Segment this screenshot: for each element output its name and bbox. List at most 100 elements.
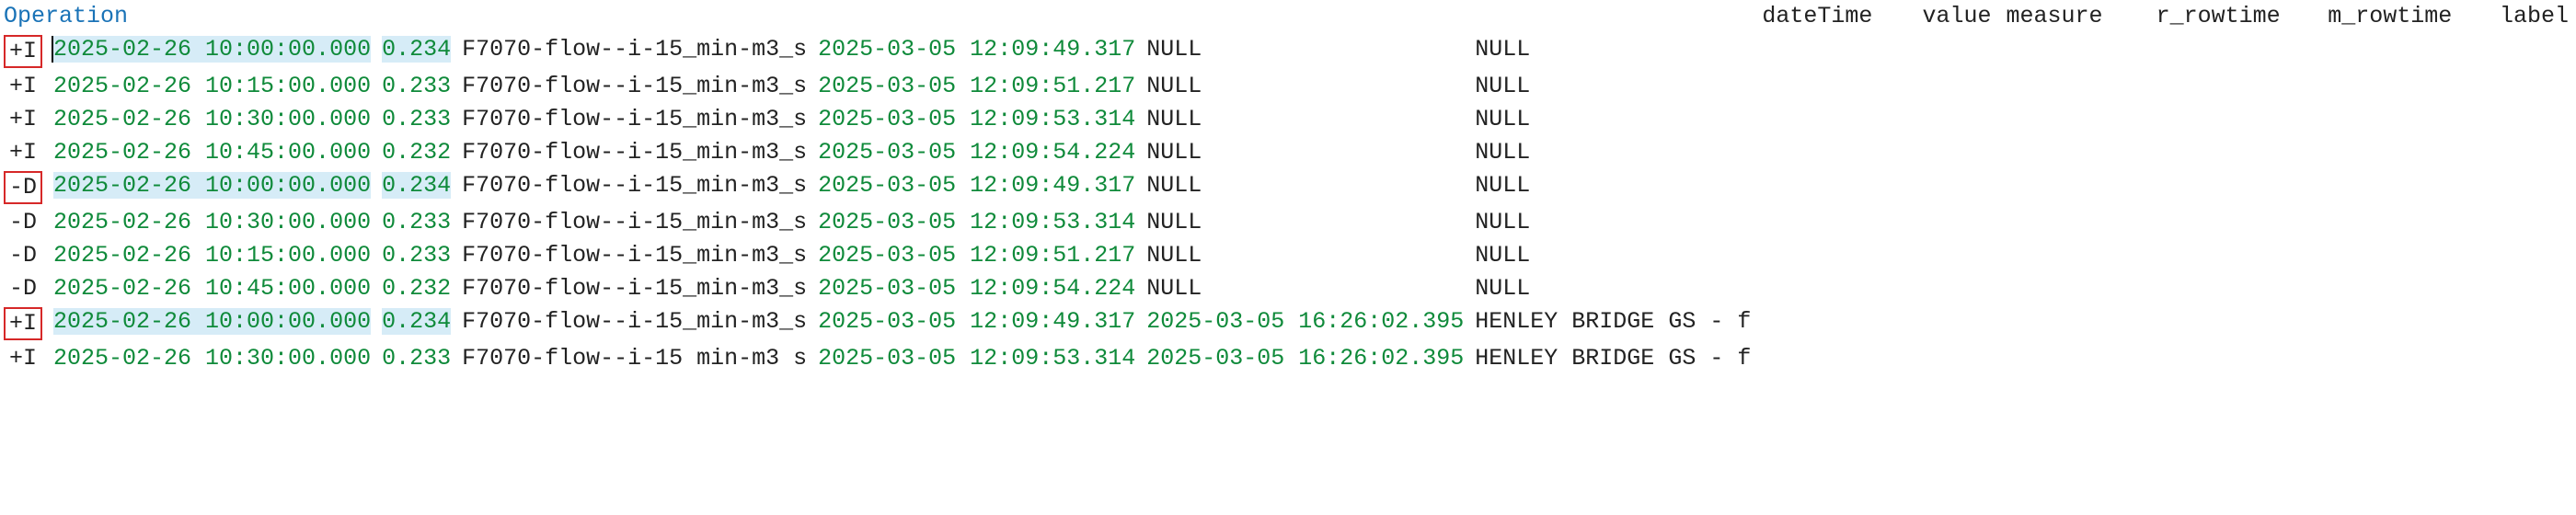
cell-label: NULL [1471,136,1758,169]
numeric-value: 0.232 [382,275,451,302]
cell-m-rowtime: 2025-03-05 16:26:02.395 [1143,305,1471,342]
cell-label: HENLEY BRIDGE GS - f [1471,305,1758,342]
m-rowtime-value: 2025-03-05 16:26:02.395 [1146,308,1464,335]
cell-operation: -D [0,206,50,239]
cell-m-rowtime: NULL [1143,33,1471,70]
table-row[interactable]: -D2025-02-26 10:45:00.000 0.232 F7070-flow… [0,272,1758,305]
cell-m-rowtime: NULL [1143,206,1471,239]
table-row[interactable]: -D 2025-02-26 10:00:00.000 0.234 F7070-flow… [0,169,1758,206]
cell-value: 0.233 [378,70,458,103]
table-row[interactable]: +I 2025-02-26 10:30:00.000 0.233F7070-flow… [0,103,1758,136]
cell-m-rowtime: NULL [1143,103,1471,136]
cell-operation: +I [0,70,50,103]
cell-operation: +I [0,103,50,136]
numeric-value: 0.234 [382,308,451,335]
cell-operation: +I [0,305,50,342]
cell-datetime: 2025-02-26 10:45:00.000 [50,136,378,169]
operation-value: -D [4,208,42,237]
null-value: NULL [1146,139,1202,166]
cell-label: NULL [1471,33,1758,70]
cell-m-rowtime: NULL [1143,169,1471,206]
cell-label: NULL [1471,206,1758,239]
cell-r-rowtime: 2025-03-05 12:09:49.317 [814,305,1143,342]
data-table: Operation dateTime value measure r_rowti… [0,0,2576,375]
cell-label: HENLEY BRIDGE GS - f [1471,342,1758,375]
cell-datetime: 2025-02-26 10:30:00.000 [50,342,378,375]
datetime-value: 2025-02-26 10:45:00.000 [53,275,371,302]
cell-datetime: 2025-02-26 10:15:00.000 [50,70,378,103]
cell-datetime: 2025-02-26 10:30:00.000 [50,206,378,239]
null-value: NULL [1146,36,1202,63]
cell-datetime: 2025-02-26 10:15:00.000 [50,239,378,272]
r-rowtime-value: 2025-03-05 12:09:51.217 [818,73,1135,99]
table-row[interactable]: +I2025-02-26 10:45:00.0000.232F7070-flow… [0,136,1758,169]
col-header-r-rowtime: r_rowtime [2153,0,2325,33]
cell-value: 0.233 [378,103,458,136]
cell-operation: -D [0,169,50,206]
table-row[interactable]: -D 2025-02-26 10:15:00.000 0.233F7070-flow… [0,239,1758,272]
null-value: NULL [1146,242,1202,269]
col-header-datetime: dateTime [1758,0,1918,33]
col-header-label: label [2496,0,2576,33]
cell-measure: F7070-flow--i-15_min-m3_s [458,305,814,342]
cell-r-rowtime: 2025-03-05 12:09:53.314 [814,342,1143,375]
cell-r-rowtime: 2025-03-05 12:09:53.314 [814,103,1143,136]
col-header-value: value [1918,0,2002,33]
null-value: NULL [1146,73,1202,99]
operation-value: -D [4,241,42,270]
cell-value: 0.233 [378,239,458,272]
table-row[interactable]: +I2025-02-26 10:00:00.0000.234F7070-flow… [0,33,1758,70]
cell-m-rowtime: NULL [1143,239,1471,272]
cell-value: 0.233 [378,342,458,375]
cell-datetime: 2025-02-26 10:00:00.000 [50,305,378,342]
cell-r-rowtime: 2025-03-05 12:09:49.317 [814,33,1143,70]
null-value: NULL [1146,106,1202,132]
table-row[interactable]: +I2025-02-26 10:30:00.0000.233F7070-flow… [0,342,1758,375]
datetime-value: 2025-02-26 10:15:00.000 [53,73,371,99]
datetime-value: 2025-02-26 10:00:00.000 [53,172,371,199]
cell-datetime: 2025-02-26 10:00:00.000 [50,169,378,206]
table-row[interactable]: -D2025-02-26 10:30:00.0000.233F7070-flow… [0,206,1758,239]
datetime-value: 2025-02-26 10:15:00.000 [53,242,371,269]
cell-measure: F7070-flow--i-15_min-m3_s [458,206,814,239]
col-header-m-rowtime: m_rowtime [2324,0,2496,33]
operation-value: -D [4,171,42,204]
cell-value: 0.234 [378,305,458,342]
numeric-value: 0.234 [382,172,451,199]
cell-r-rowtime: 2025-03-05 12:09:54.224 [814,272,1143,305]
cell-m-rowtime: NULL [1143,136,1471,169]
cell-label: NULL [1471,239,1758,272]
operation-value: +I [4,344,42,373]
cell-m-rowtime: NULL [1143,70,1471,103]
cell-measure: F7070-flow--i-15_min-m3_s [458,239,814,272]
cell-operation: -D [0,239,50,272]
cell-label: NULL [1471,70,1758,103]
cell-r-rowtime: 2025-03-05 12:09:51.217 [814,70,1143,103]
cell-measure: F7070-flow--i-15_min-m3_s [458,169,814,206]
table-row[interactable]: +I2025-02-26 10:00:00.0000.234 F7070-flow… [0,305,1758,342]
table-body: +I2025-02-26 10:00:00.0000.234F7070-flow… [0,33,1758,375]
m-rowtime-value: 2025-03-05 16:26:02.395 [1146,345,1464,372]
datetime-value: 2025-02-26 10:30:00.000 [53,106,371,132]
datetime-value: 2025-02-26 10:00:00.000 [52,36,371,63]
col-header-measure: measure [2002,0,2152,33]
numeric-value: 0.232 [382,139,451,166]
cell-datetime: 2025-02-26 10:45:00.000 [50,272,378,305]
cell-r-rowtime: 2025-03-05 12:09:54.224 [814,136,1143,169]
cell-measure: F7070-flow--i-15_min-m3_s [458,272,814,305]
cell-r-rowtime: 2025-03-05 12:09:53.314 [814,206,1143,239]
numeric-value: 0.234 [382,36,451,63]
cell-operation: -D [0,272,50,305]
cell-operation: +I [0,136,50,169]
table-row[interactable]: +I2025-02-26 10:15:00.0000.233F7070-flow… [0,70,1758,103]
cell-operation: +I [0,33,50,70]
null-value: NULL [1146,172,1202,199]
cell-measure: F7070-flow--i-15_min-m3_s [458,103,814,136]
r-rowtime-value: 2025-03-05 12:09:51.217 [818,242,1135,269]
r-rowtime-value: 2025-03-05 12:09:49.317 [818,308,1135,335]
cell-value: 0.234 [378,33,458,70]
operation-value: +I [4,105,42,134]
r-rowtime-value: 2025-03-05 12:09:53.314 [818,106,1135,132]
cell-m-rowtime: 2025-03-05 16:26:02.395 [1143,342,1471,375]
null-value: NULL [1146,275,1202,302]
